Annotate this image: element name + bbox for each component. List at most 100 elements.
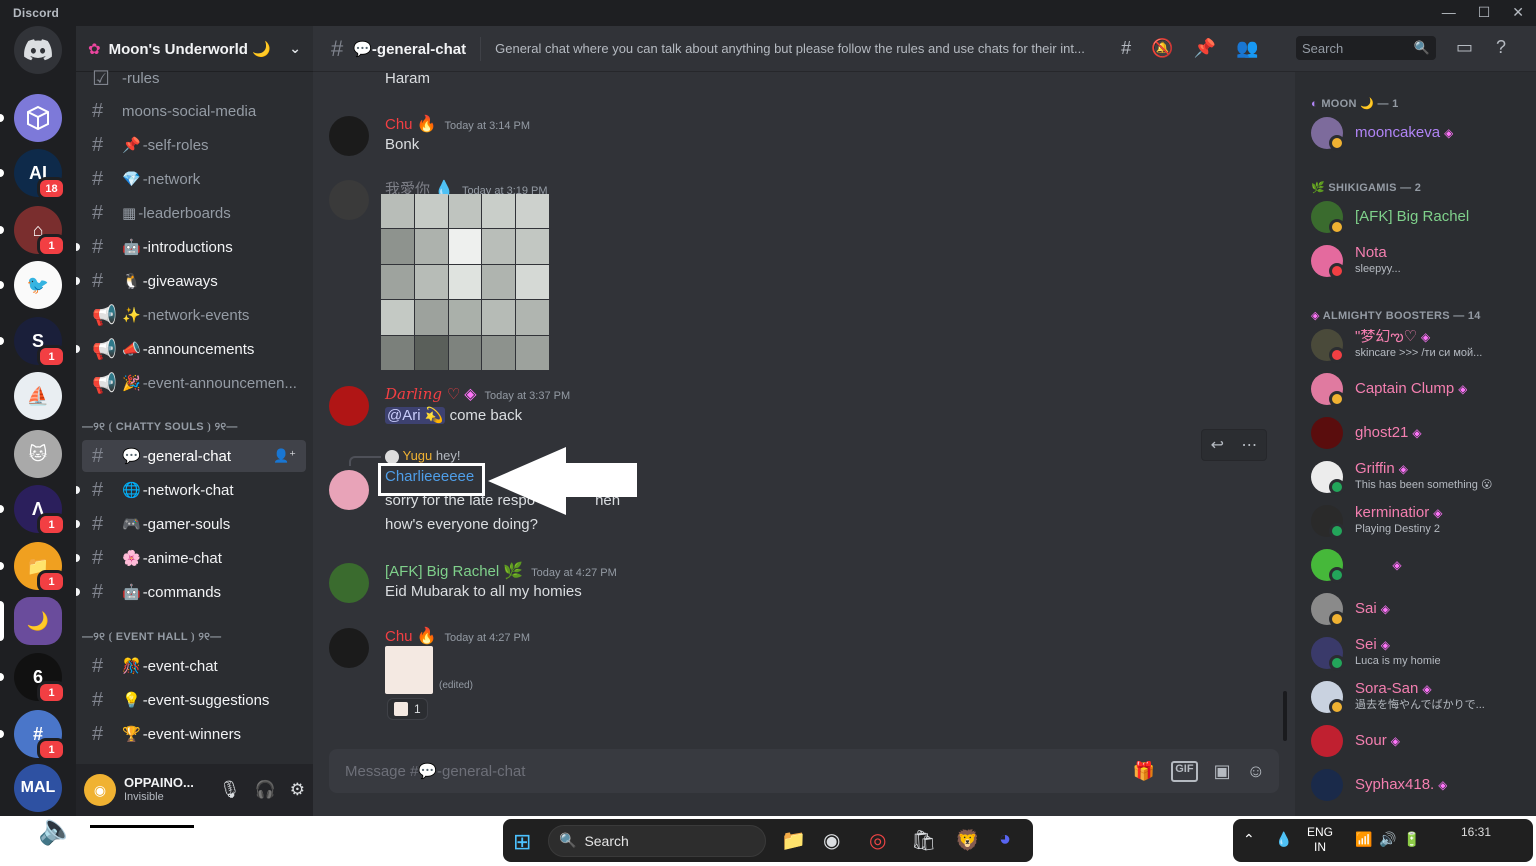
inbox-icon[interactable]: ▭	[1456, 37, 1473, 58]
minimize-icon[interactable]: —	[1442, 4, 1456, 21]
pinned-icon[interactable]: 📌	[1194, 38, 1216, 59]
server-r6[interactable]: 61	[0, 653, 66, 704]
avatar[interactable]	[329, 470, 369, 510]
microphone-icon[interactable]: 🎙	[219, 780, 241, 800]
channel-network-chat[interactable]: # 🌐 -network-chat	[76, 474, 306, 506]
user-mention[interactable]: @Ari 💫	[385, 407, 446, 424]
channel-general-chat[interactable]: # 💬 -general-chat 👤⁺	[82, 440, 306, 472]
channel-rules[interactable]: ☑ -rules	[82, 62, 306, 94]
channel-event-chat[interactable]: # 🎊 -event-chat	[82, 650, 306, 682]
member-item[interactable]: Sora-San ◈ 過去を悔やんでばかりで...	[1311, 677, 1531, 717]
channel-moons-social-media[interactable]: # moons-social-media	[82, 95, 306, 127]
member-item[interactable]: [AFK] Big Rachel	[1311, 197, 1531, 237]
home-button[interactable]	[14, 26, 62, 74]
channel-event-winners[interactable]: # 🏆 -event-winners	[82, 718, 306, 750]
member-item[interactable]: Sei ◈ Luca is my homie	[1311, 633, 1531, 673]
wifi-icon[interactable]: 📶	[1355, 831, 1372, 848]
avatar[interactable]: ◉	[84, 774, 116, 806]
server-ai[interactable]: AI 18	[0, 149, 66, 200]
server-mal[interactable]: MAL	[14, 764, 62, 812]
help-icon[interactable]: ?	[1496, 37, 1506, 58]
search-input[interactable]: Search 🔍	[1296, 36, 1436, 60]
server-s[interactable]: S1	[0, 317, 66, 368]
channel-topic[interactable]: General chat where you can talk about an…	[495, 41, 1107, 56]
channel-commands[interactable]: # 🤖 -commands	[76, 576, 306, 608]
member-item[interactable]: mooncakeva ◈	[1311, 113, 1531, 153]
channel-event-announcements[interactable]: 📢 🎉 -event-announcemen...	[82, 367, 306, 399]
reply-icon[interactable]: ↩	[1211, 435, 1224, 455]
message-author[interactable]: Chu	[385, 628, 413, 645]
server-cube[interactable]	[0, 94, 62, 142]
member-item[interactable]: Sai ◈	[1311, 589, 1531, 629]
member-item[interactable]: Griffin ◈ This has been something 😮	[1311, 457, 1531, 497]
server-gray[interactable]: 🐱	[14, 430, 62, 478]
app-icon[interactable]: ◎	[869, 828, 886, 853]
channel-introductions[interactable]: # 🤖 -introductions	[76, 231, 306, 263]
avatar[interactable]	[329, 628, 369, 668]
taskbar-search[interactable]: 🔍 Search	[548, 824, 766, 857]
server-castle[interactable]: ⌂ 1	[0, 206, 66, 257]
gift-icon[interactable]: 🎁	[1133, 761, 1155, 782]
member-item[interactable]: Nota sleepyy...	[1311, 241, 1531, 281]
discord-taskbar-icon[interactable]: ◕	[999, 828, 1011, 851]
gif-button[interactable]: GIF	[1171, 760, 1198, 782]
member-item[interactable]: ◈	[1311, 545, 1531, 585]
threads-icon[interactable]: #	[1121, 38, 1131, 59]
category-event-hall[interactable]: —୨୧ ⟮ EVENT HALL ⟯ ୨୧—	[82, 631, 221, 644]
brave-icon[interactable]: 🦁	[955, 828, 980, 853]
close-icon[interactable]: ✕	[1512, 4, 1524, 21]
image-attachment[interactable]	[381, 194, 549, 370]
message-author[interactable]: Darling ♡	[385, 385, 460, 403]
headphones-icon[interactable]: 🎧	[255, 780, 276, 800]
channel-network-events[interactable]: 📢 ✨ -network-events	[82, 299, 306, 331]
channel-announcements[interactable]: 📢 📣 -announcements	[76, 333, 306, 365]
member-item[interactable]: Sour ◈	[1311, 721, 1531, 761]
channel-anime-chat[interactable]: # 🌸 -anime-chat	[76, 542, 306, 574]
message-author[interactable]: Chu	[385, 116, 413, 133]
channel-self-roles[interactable]: # 📌 -self-roles	[82, 129, 306, 161]
member-item[interactable]: Syphax418. ◈	[1311, 765, 1531, 805]
server-hash[interactable]: #1	[0, 710, 66, 761]
member-item[interactable]: Captain Clump ◈	[1311, 369, 1531, 409]
member-item[interactable]: ghost21 ◈	[1311, 413, 1531, 453]
clock[interactable]: 16:31	[1461, 825, 1491, 839]
sticker-image[interactable]	[385, 646, 433, 694]
gear-icon[interactable]: ⚙	[290, 780, 305, 800]
message-author[interactable]: Charlieeeeee	[385, 468, 474, 485]
server-folder[interactable]: 📁 1	[0, 542, 66, 593]
member-item[interactable]: "梦幻ఌ♡ ◈ skincare >>> /ти си мой...	[1311, 325, 1531, 365]
maximize-icon[interactable]: ☐	[1478, 4, 1491, 21]
channel-gamer-souls[interactable]: # 🎮 -gamer-souls	[76, 508, 306, 540]
members-icon[interactable]: 👥	[1236, 38, 1258, 59]
channel-leaderboards[interactable]: # ▦ -leaderboards	[82, 197, 306, 229]
mute-bell-icon[interactable]: 🔕	[1151, 38, 1173, 59]
server-sail[interactable]: ⛵	[14, 372, 62, 420]
message-author[interactable]: [AFK] Big Rachel	[385, 563, 499, 580]
server-moons-underworld[interactable]: 🌙	[0, 597, 62, 645]
chrome-icon[interactable]: ◉	[823, 828, 840, 853]
message-input[interactable]: Message #💬-general-chat 🎁 GIF ▣ ☺	[329, 749, 1279, 793]
more-icon[interactable]: ⋯	[1241, 435, 1257, 455]
battery-icon[interactable]: 🔋	[1403, 831, 1420, 848]
category-chatty-souls[interactable]: —୨୧ ⟮ CHATTY SOULS ⟯ ୨୧—	[82, 421, 238, 434]
avatar[interactable]	[329, 180, 369, 220]
avatar[interactable]	[329, 563, 369, 603]
sticker-icon[interactable]: ▣	[1214, 761, 1231, 782]
emoji-icon[interactable]: ☺	[1247, 761, 1265, 782]
channel-giveaways[interactable]: # 🐧 -giveaways	[76, 265, 306, 297]
channel-event-suggestions[interactable]: # 💡 -event-suggestions	[82, 684, 306, 716]
file-explorer-icon[interactable]: 📁	[781, 828, 806, 853]
server-bird[interactable]: 🐦	[0, 261, 62, 309]
avatar[interactable]	[329, 386, 369, 426]
reply-author[interactable]: Yugu	[403, 448, 433, 463]
chevron-up-icon[interactable]: ⌃	[1243, 831, 1255, 848]
store-icon[interactable]: 🛍	[911, 828, 936, 853]
scrollbar[interactable]	[1283, 691, 1287, 741]
member-item[interactable]: kerminatior ◈ Playing Destiny 2	[1311, 501, 1531, 541]
add-member-icon[interactable]: 👤⁺	[273, 448, 296, 464]
reaction[interactable]: 1	[387, 698, 428, 720]
avatar[interactable]	[329, 116, 369, 156]
channel-network[interactable]: # 💎 -network	[82, 163, 306, 195]
server-apex[interactable]: Λ1	[0, 485, 66, 536]
windows-start-icon[interactable]: ⊞	[513, 829, 531, 855]
